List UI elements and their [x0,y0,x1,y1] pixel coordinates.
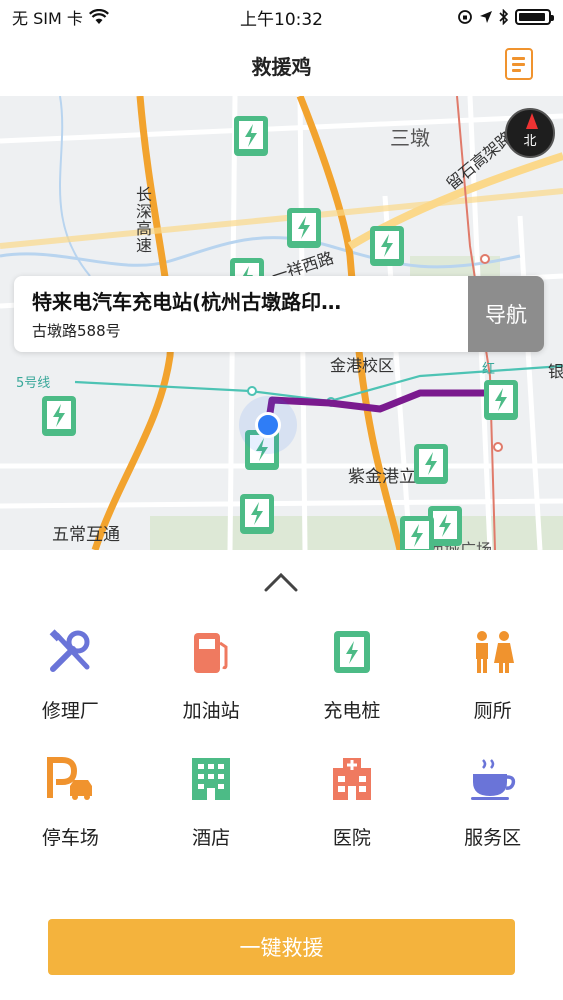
map-label-gu: 红 [482,362,496,377]
location-arrow-icon [480,11,492,23]
bottom-panel: 修理厂 加油站 充电桩 厕所 停车场 酒店 医院 服务区 一键救援 [0,550,563,1000]
charging-station-pin-icon[interactable] [232,114,270,158]
map-label-sandun: 三墩 [390,126,430,150]
category-label: 厕所 [473,700,512,722]
category-label: 医院 [332,827,371,849]
repair-tools-icon [46,628,94,676]
gas-pump-icon [187,628,235,676]
station-name: 特来电汽车充电站(杭州古墩路印… [32,290,342,314]
charging-station-pin-icon[interactable] [398,514,436,550]
one-click-rescue-button[interactable]: 一键救援 [48,919,515,975]
compass-needle-icon [526,113,538,129]
map-label-yin: 银 [548,362,563,381]
status-bar: 无 SIM 卡 上午10:32 [0,0,563,34]
category-label: 修理厂 [41,700,99,722]
charging-station-icon [328,628,376,676]
category-parking[interactable]: 停车场 [0,755,141,850]
carrier-text: 无 SIM 卡 [12,9,83,28]
map-label-wuchang: 五常互通 [52,525,120,545]
charging-station-pin-icon[interactable] [368,224,406,268]
compass-north-label: 北 [523,133,537,149]
category-hospital[interactable]: 医院 [282,755,423,850]
category-charging[interactable]: 充电桩 [282,628,423,723]
nav-bar: 救援鸡 [0,34,563,96]
map-label-line5: 5号线 [16,376,51,391]
category-gas[interactable]: 加油站 [141,628,282,723]
station-info-card[interactable]: 特来电汽车充电站(杭州古墩路印… 古墩路588号 导航 [14,276,544,352]
page-title: 救援鸡 [251,54,312,79]
restroom-icon [469,628,517,676]
compass-button[interactable]: 北 [505,108,555,158]
map-label-zijin: 紫金港立 [348,467,416,487]
category-service-area[interactable]: 服务区 [422,755,563,850]
document-list-icon[interactable] [505,48,533,80]
orientation-lock-icon [458,10,472,24]
charging-station-pin-icon[interactable] [412,442,450,486]
bluetooth-icon [499,9,509,25]
category-label: 停车场 [41,827,99,849]
battery-icon [515,9,554,25]
category-restroom[interactable]: 厕所 [422,628,563,723]
category-label: 酒店 [192,827,231,849]
status-right [457,9,554,25]
charging-station-pin-icon[interactable] [238,492,276,536]
category-repair[interactable]: 修理厂 [0,628,141,723]
station-address: 古墩路588号 [32,322,121,340]
current-location-dot [255,412,281,438]
chevron-up-icon[interactable] [264,572,298,592]
map-label-changshen: 长深高速 [133,186,152,254]
battery-level [519,13,545,21]
map-label-jingang: 金港校区 [330,356,395,375]
wifi-icon [88,9,109,24]
hotel-icon [187,755,235,803]
charging-station-pin-icon[interactable] [40,394,78,438]
map-view[interactable]: 三墩 留石高架路 长深高速 一祥西路 金港校区 5号线 紫金港立 五常互通 西城… [0,96,563,550]
charging-station-pin-icon[interactable] [482,378,520,422]
category-label: 服务区 [464,827,522,849]
category-label: 加油站 [182,700,240,722]
charging-station-pin-icon[interactable] [285,206,323,250]
parking-icon [46,755,94,803]
service-area-cup-icon [469,755,517,803]
navigate-button[interactable]: 导航 [468,276,544,352]
category-hotel[interactable]: 酒店 [141,755,282,850]
category-label: 充电桩 [323,700,381,722]
status-left: 无 SIM 卡 [12,5,109,29]
category-grid: 修理厂 加油站 充电桩 厕所 停车场 酒店 医院 服务区 [0,628,563,850]
hospital-icon [328,755,376,803]
